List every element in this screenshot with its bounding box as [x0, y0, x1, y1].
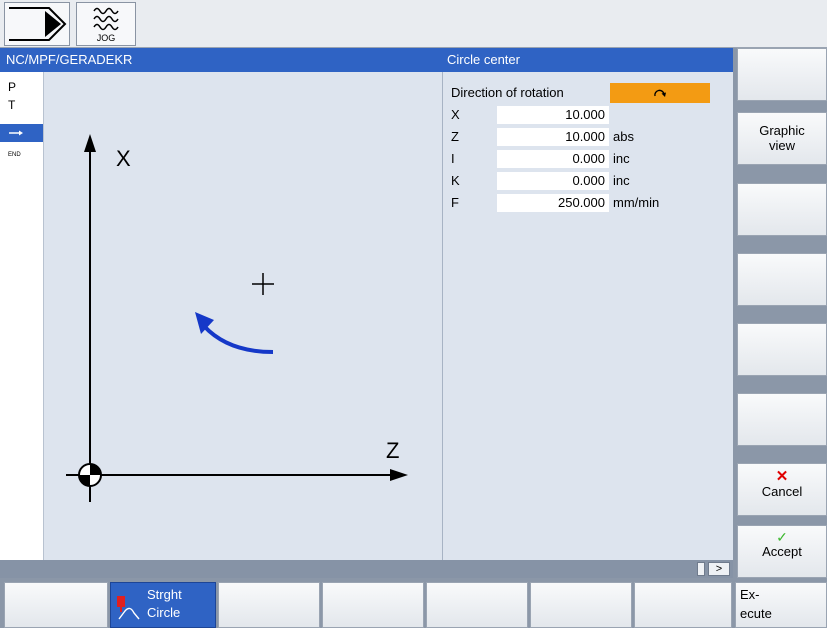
vertical-softkey-1[interactable]: [737, 48, 827, 101]
indicator-end: END: [8, 152, 21, 158]
x-axis-label: X: [116, 146, 131, 171]
param-unit-f: mm/min: [613, 195, 660, 210]
indicator-current-block[interactable]: [0, 124, 43, 142]
param-label-z: Z: [451, 129, 459, 144]
indicator-p: P: [8, 80, 17, 94]
param-field-i[interactable]: 0.000: [497, 150, 609, 168]
strght-circle-softkey[interactable]: Strght Circle: [110, 582, 216, 628]
jog-label: JOG: [96, 33, 116, 43]
param-label-x: X: [451, 107, 460, 122]
graphic-view-button[interactable]: Graphic view: [737, 112, 827, 165]
arrow-icon: [9, 130, 23, 136]
horizontal-softkey-5[interactable]: [426, 582, 528, 628]
param-field-f[interactable]: 250.000: [497, 194, 609, 212]
direction-of-rotation-label: Direction of rotation: [451, 85, 564, 100]
param-label-f: F: [451, 195, 459, 210]
param-unit-z: abs: [613, 129, 634, 144]
horizontal-softkey-7[interactable]: [634, 582, 732, 628]
accept-button[interactable]: ✓ Accept: [737, 525, 827, 578]
horizontal-softkey-4[interactable]: [322, 582, 424, 628]
accept-label: Accept: [762, 544, 802, 559]
jog-waves-icon: [93, 7, 119, 31]
z-axis-arrowhead: [390, 469, 408, 481]
vertical-softkey-6[interactable]: [737, 393, 827, 446]
arrow-right-icon: [9, 7, 67, 41]
parameter-form: Direction of rotation X 10.000 Z 10.000 …: [443, 72, 733, 560]
strght-circle-line1: Strght: [147, 587, 182, 602]
top-toolbar: JOG: [0, 0, 827, 48]
more-button[interactable]: >: [708, 562, 730, 576]
z-axis-label: Z: [386, 438, 400, 463]
cancel-x-icon: ✕: [775, 468, 789, 485]
graphic-area: X Z: [44, 72, 443, 560]
param-unit-k: inc: [613, 173, 630, 188]
horizontal-softkey-1[interactable]: [4, 582, 108, 628]
graphic-view-line1: Graphic: [759, 123, 805, 138]
horizontal-softkey-3[interactable]: [218, 582, 320, 628]
param-label-k: K: [451, 173, 460, 188]
param-label-i: I: [451, 151, 455, 166]
execute-line2: ecute: [740, 606, 772, 621]
vertical-softkey-4[interactable]: [737, 253, 827, 306]
program-arrow-button[interactable]: [4, 2, 70, 46]
scroll-indicator: [697, 562, 705, 576]
status-strip: >: [0, 560, 733, 578]
param-unit-i: inc: [613, 151, 630, 166]
param-field-z[interactable]: 10.000: [497, 128, 609, 146]
title-bar: NC/MPF/GERADEKR Circle center: [0, 48, 733, 72]
param-field-x[interactable]: 10.000: [497, 106, 609, 124]
form-title: Circle center: [447, 52, 520, 67]
vertical-softkey-5[interactable]: [737, 323, 827, 376]
vertical-softkey-3[interactable]: [737, 183, 827, 236]
cancel-button[interactable]: ✕ Cancel: [737, 463, 827, 516]
execute-line1: Ex-: [740, 587, 760, 602]
strght-circle-line2: Circle: [147, 605, 181, 620]
block-indicator-column: P T END: [0, 72, 44, 560]
graphic-view-line2: view: [768, 138, 795, 153]
rotation-arrow-icon: [202, 324, 274, 354]
x-axis-arrowhead: [84, 134, 96, 152]
horizontal-softkey-6[interactable]: [530, 582, 632, 628]
execute-softkey[interactable]: Ex- ecute: [735, 582, 827, 628]
program-path: NC/MPF/GERADEKR: [6, 52, 133, 67]
direction-of-rotation-toggle[interactable]: [610, 83, 710, 103]
straight-circle-icon: [117, 596, 140, 620]
param-field-k[interactable]: 0.000: [497, 172, 609, 190]
cancel-label: Cancel: [761, 484, 803, 499]
circle-graphic: [66, 134, 408, 502]
counterclockwise-icon: [654, 89, 666, 97]
indicator-t: T: [8, 98, 16, 112]
accept-check-icon: ✓: [776, 529, 788, 545]
jog-mode-button[interactable]: JOG: [76, 2, 136, 46]
